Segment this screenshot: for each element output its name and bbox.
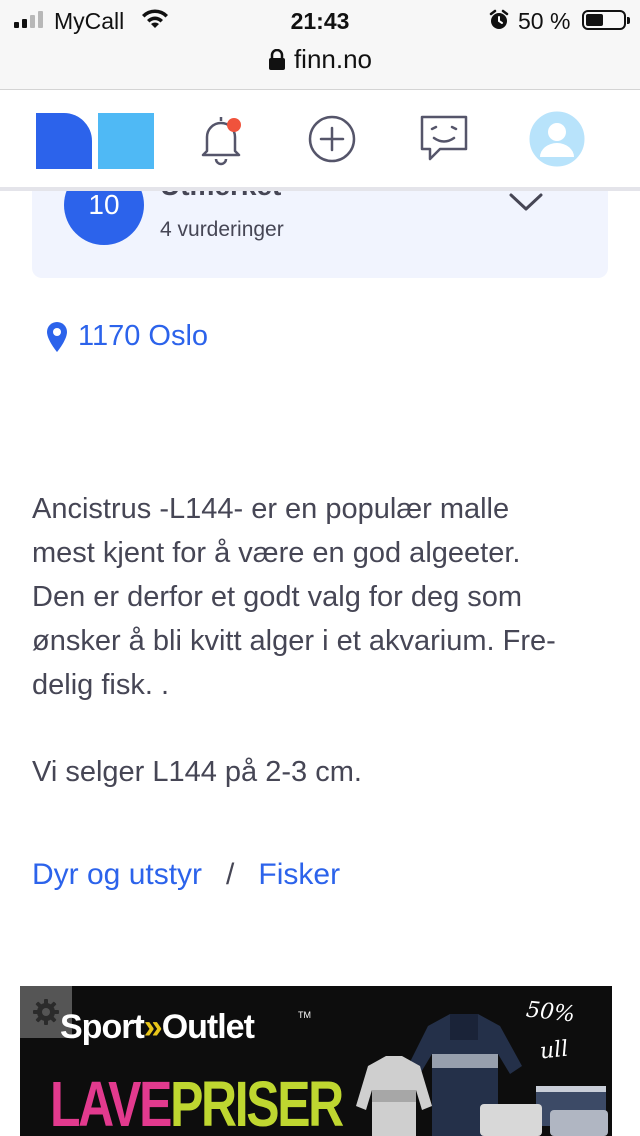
browser-address-bar[interactable]: finn.no [0, 40, 640, 90]
app-header [0, 91, 640, 189]
description-size-note: Vi selger L144 på 2-3 cm. [32, 756, 362, 788]
location-text: 1170 Oslo [78, 320, 209, 352]
finn-logo[interactable] [36, 113, 154, 169]
breadcrumb-fisker[interactable]: Fisker [258, 858, 340, 892]
chevron-down-icon[interactable] [508, 190, 544, 216]
location-link[interactable]: 1170 Oslo [46, 320, 208, 353]
profile-icon[interactable] [527, 111, 587, 167]
ad-headline-part2: PRISER [170, 1068, 344, 1136]
breadcrumb: Dyr og utstyr / Fisker [32, 858, 340, 892]
ad-trademark: TM [298, 1010, 311, 1020]
rating-count: 4 vurderinger [160, 218, 284, 241]
ad-headline-part1: LAVE [50, 1068, 172, 1136]
ad-brand-arrows: » [143, 1008, 163, 1046]
battery-icon [582, 10, 630, 30]
add-icon[interactable] [302, 111, 362, 167]
url-text: finn.no [293, 44, 373, 74]
status-bar: MyCall 21:43 50 % [0, 0, 640, 40]
rating-label: Utmerket [160, 190, 281, 202]
ad-brand-part2: Outlet [161, 1008, 255, 1046]
ad-description: Ancistrus -L144- er en populær malle mes… [32, 487, 612, 707]
header-divider [0, 189, 640, 191]
ad-promo-percent: 50% [524, 997, 577, 1028]
notification-bell-icon[interactable] [191, 111, 251, 167]
ad-headline: LAVEPRISER [50, 1072, 344, 1136]
battery-percent: 50 % [518, 8, 571, 34]
description-line: ønsker å bli kvitt alger i et akvarium. … [32, 625, 556, 657]
description-line: delig fisk. . [32, 669, 169, 701]
rating-badge: 10 [64, 190, 144, 245]
advertisement-banner[interactable]: Sport»Outlet TM LAVEPRISER 50% ull [20, 986, 612, 1136]
ad-brand-logo: Sport»Outlet [60, 1008, 255, 1047]
description-line: Ancistrus -L144- er en populær malle [32, 493, 510, 525]
ad-promo-material: ull [538, 1036, 570, 1065]
description-line: Den er derfor et godt valg for deg som [32, 581, 523, 613]
alarm-icon [489, 9, 509, 29]
breadcrumb-separator: / [226, 858, 235, 891]
map-pin-icon [47, 321, 67, 352]
seller-rating-card[interactable]: 10 Utmerket 4 vurderinger [32, 190, 608, 278]
ad-brand-part1: Sport [60, 1008, 145, 1046]
lock-icon [268, 48, 285, 70]
messages-icon[interactable] [414, 111, 474, 167]
description-line: mest kjent for å være en god algeeter. [32, 537, 521, 569]
breadcrumb-dyr-og-utstyr[interactable]: Dyr og utstyr [32, 858, 202, 892]
